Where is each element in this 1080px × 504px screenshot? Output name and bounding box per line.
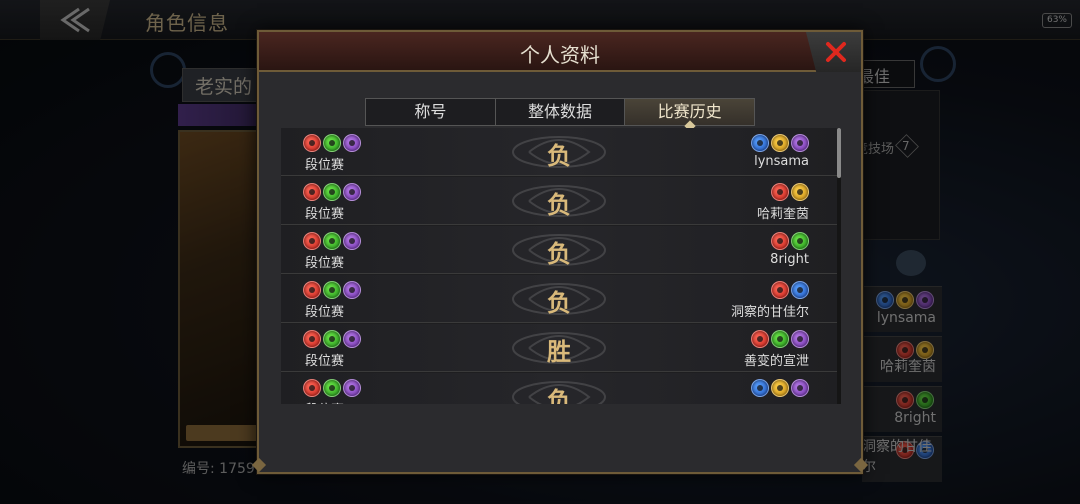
purple-icon (791, 379, 809, 397)
red-icon (751, 330, 769, 348)
tab-overall-stats[interactable]: 整体数据 (495, 99, 626, 125)
match-row[interactable]: 段位赛负哈莉奎茵 (281, 177, 837, 225)
blue-icon (751, 134, 769, 152)
red-icon (771, 281, 789, 299)
match-row[interactable]: 段位赛胜善变的宣泄 (281, 324, 837, 372)
opponent-element-icons (771, 281, 809, 299)
match-history-list[interactable]: 段位赛负 lynsama 段位赛负哈莉奎茵 段位赛负 8right 段位赛负洞察的甘佳尔段… (281, 128, 837, 404)
scrollbar[interactable] (837, 128, 841, 404)
match-result: 负 (547, 190, 571, 219)
match-row[interactable]: 段位赛负 8right (281, 226, 837, 274)
red-icon (771, 232, 789, 250)
opponent-name: 8right (770, 252, 809, 267)
gold-icon (791, 183, 809, 201)
scroll-thumb[interactable] (837, 128, 841, 178)
opponent-element-icons (751, 134, 809, 152)
opponent-element-icons (751, 379, 809, 397)
opponent-name: 洞察的甘佳尔 (730, 305, 809, 320)
opponent-element-icons (771, 232, 809, 250)
blue-icon (791, 281, 809, 299)
dialog-header: 个人资料 (259, 32, 861, 72)
close-icon (826, 42, 846, 62)
profile-dialog: 个人资料 称号 整体数据 比赛历史 段位赛负 lynsama 段位赛负 哈莉奎茵段位赛… (251, 30, 869, 474)
match-row[interactable]: 段位赛负洞察的甘佳尔 (281, 275, 837, 323)
green-icon (771, 330, 789, 348)
red-icon (771, 183, 789, 201)
tab-title[interactable]: 称号 (366, 99, 496, 125)
opponent-name: lynsama (754, 154, 809, 169)
gold-icon (771, 134, 789, 152)
dialog-tabs: 称号 整体数据 比赛历史 (365, 98, 755, 126)
opponent-name: 善变的宣泄 (743, 354, 809, 369)
opponent-element-icons (771, 183, 809, 201)
blue-icon (751, 379, 769, 397)
tab-match-history[interactable]: 比赛历史 (625, 99, 755, 125)
game-screen: 角色信息 63% 老实的 编号: 1759 最佳 竞技场 7 lynsama 哈… (0, 0, 1080, 504)
gold-icon (771, 379, 789, 397)
green-icon (791, 232, 809, 250)
purple-icon (791, 134, 809, 152)
opponent-name: 哈莉奎茵 (756, 207, 809, 222)
dialog-title: 个人资料 (520, 43, 600, 67)
opponent-element-icons (751, 330, 809, 348)
match-result: 负 (547, 239, 571, 268)
match-row[interactable]: 段位赛负 (281, 373, 837, 404)
purple-icon (791, 330, 809, 348)
match-row[interactable]: 段位赛负 lynsama (281, 128, 837, 176)
